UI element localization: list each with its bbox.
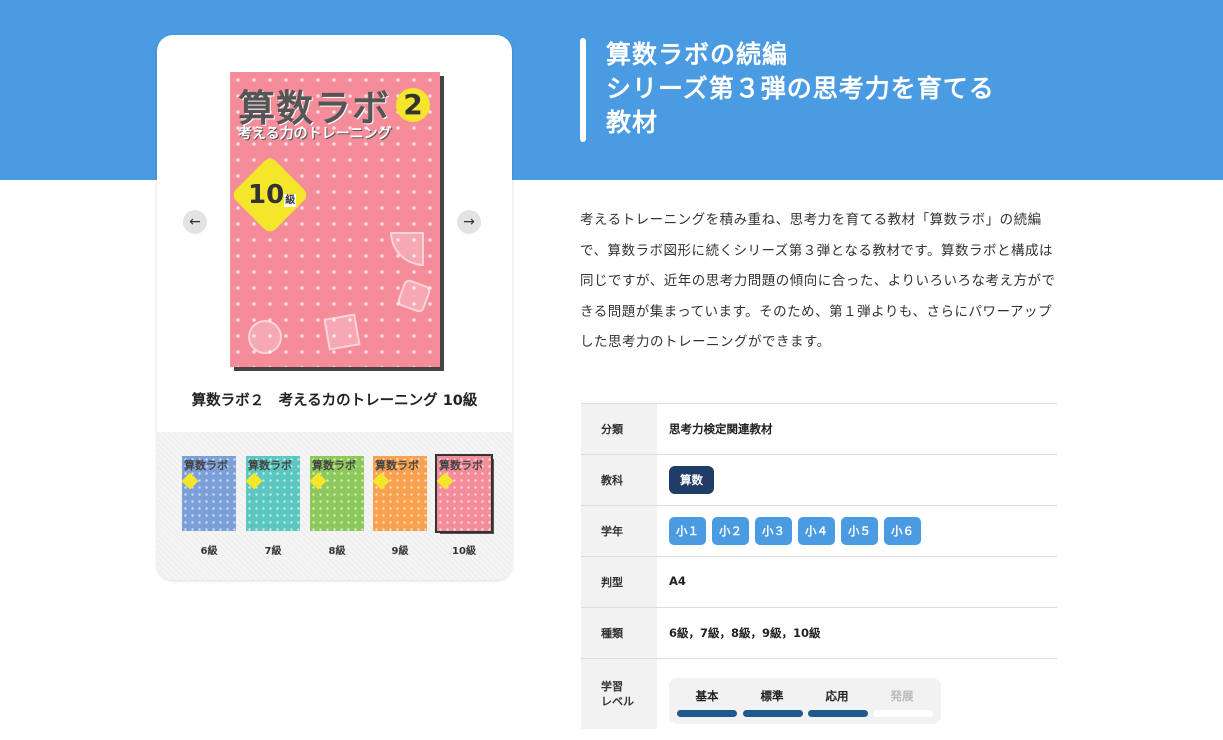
spec-row-level: 学習 レベル 基本 標準 応用 発展 — [581, 659, 1057, 729]
thumbnail-label: 6級 — [200, 546, 218, 557]
spec-row-size: 判型 A4 — [581, 557, 1057, 608]
arrow-right-icon[interactable]: → — [457, 210, 481, 234]
spec-table: 分類 思考力検定関連教材 教科 算数 学年 小１ 小２ 小３ 小４ 小５ 小６ … — [581, 403, 1057, 729]
spec-row-subject: 教科 算数 — [581, 455, 1057, 506]
thumbnail-strip: 算数ラボ 6級 算数ラボ 7級 算数ラボ 8級 算数ラボ 9級 算数ラボ 10級 — [157, 432, 512, 580]
thumbnail-label: 9級 — [391, 546, 409, 557]
spec-row-kinds: 種類 6級，7級，8級，9級，10級 — [581, 608, 1057, 659]
arrow-left-icon[interactable]: ← — [183, 210, 207, 234]
thumbnail-label: 7級 — [264, 546, 282, 557]
grade-tag: 小１ — [669, 517, 706, 545]
thumbnail-10[interactable]: 算数ラボ — [435, 454, 493, 533]
product-title: 算数ラボ２ 考えるカのトレーニング 10級 — [191, 393, 478, 409]
grade-tag: 小５ — [841, 517, 878, 545]
level-indicator: 基本 標準 応用 発展 — [669, 678, 941, 724]
cover-volume-number: 2 — [396, 88, 430, 122]
cover-subtitle: 考える力のトレーニング — [238, 126, 392, 142]
grade-tag: 小６ — [884, 517, 921, 545]
subject-tag: 算数 — [669, 466, 714, 494]
thumbnail-label: 8級 — [328, 546, 346, 557]
grade-tag: 小４ — [798, 517, 835, 545]
product-card: 算数ラボ 2 考える力のトレーニング 10級 ← → 算数ラボ２ 考えるカのトレ… — [157, 35, 512, 580]
thumbnail-6[interactable]: 算数ラボ — [181, 456, 236, 531]
spec-row-grade: 学年 小１ 小２ 小３ 小４ 小５ 小６ — [581, 506, 1057, 557]
thumbnail-9[interactable]: 算数ラボ — [372, 456, 427, 531]
level-bar — [743, 710, 803, 717]
grade-tag: 小２ — [712, 517, 749, 545]
heading-accent-bar — [580, 38, 586, 142]
book-cover-image: 算数ラボ 2 考える力のトレーニング 10級 — [230, 72, 440, 367]
thumbnail-7[interactable]: 算数ラボ — [245, 456, 300, 531]
thumbnail-8[interactable]: 算数ラボ — [309, 456, 364, 531]
thumbnail-label: 10級 — [452, 546, 476, 557]
cover-level-text: 10級 — [248, 180, 297, 210]
spec-row-category: 分類 思考力検定関連教材 — [581, 404, 1057, 455]
product-description: 考えるトレーニングを積み重ね、思考力を育てる教材「算数ラボ」の続編で、算数ラボ図… — [580, 212, 1056, 350]
level-bar — [873, 710, 933, 717]
page-heading: 算数ラボの続編 シリーズ第３弾の思考力を育てる 教材 — [606, 40, 995, 137]
level-bar — [808, 710, 868, 717]
level-bar — [677, 710, 737, 717]
grade-tag: 小３ — [755, 517, 792, 545]
